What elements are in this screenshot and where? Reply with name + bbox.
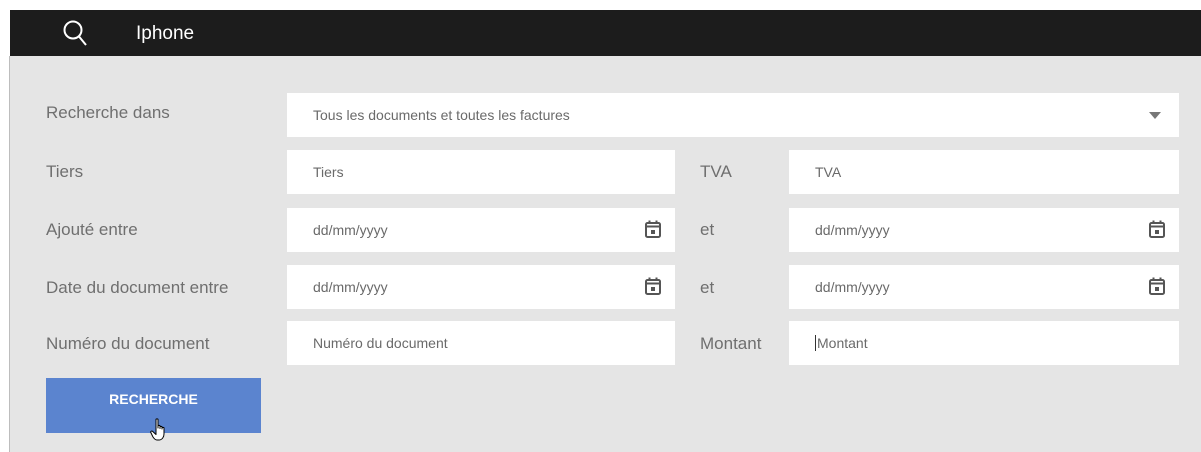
calendar-icon[interactable]: [1149, 220, 1165, 238]
added-from-placeholder: dd/mm/yyyy: [313, 222, 388, 238]
added-to-placeholder: dd/mm/yyyy: [815, 222, 890, 238]
tva-input[interactable]: TVA: [789, 150, 1179, 194]
document-number-label: Numéro du document: [46, 334, 210, 353]
text-caret: [815, 335, 816, 351]
tiers-input[interactable]: Tiers: [287, 150, 675, 194]
tva-label: TVA: [700, 162, 732, 181]
scope-select-value: Tous les documents et toutes les facture…: [313, 107, 570, 123]
amount-label: Montant: [700, 334, 762, 353]
search-icon[interactable]: [62, 19, 88, 47]
document-date-and-label: et: [700, 278, 715, 297]
tva-placeholder: TVA: [815, 164, 842, 180]
document-number-placeholder: Numéro du document: [313, 335, 448, 351]
added-to-date-input[interactable]: dd/mm/yyyy: [789, 208, 1179, 252]
added-and-label: et: [700, 220, 715, 239]
calendar-icon[interactable]: [645, 277, 661, 295]
added-from-date-input[interactable]: dd/mm/yyyy: [287, 208, 675, 252]
search-query-text[interactable]: Iphone: [136, 23, 194, 45]
calendar-icon[interactable]: [1149, 277, 1165, 295]
calendar-icon[interactable]: [645, 220, 661, 238]
document-date-to-placeholder: dd/mm/yyyy: [815, 279, 890, 295]
tiers-label: Tiers: [46, 162, 84, 181]
hand-pointer-icon: [150, 418, 165, 441]
document-date-from-input[interactable]: dd/mm/yyyy: [287, 265, 675, 309]
chevron-down-icon[interactable]: [1149, 112, 1161, 119]
document-number-input[interactable]: Numéro du document: [287, 321, 675, 365]
top-search-bar: Iphone: [10, 10, 1201, 56]
added-between-label: Ajouté entre: [46, 220, 138, 239]
document-date-to-input[interactable]: dd/mm/yyyy: [789, 265, 1179, 309]
scope-label: Recherche dans: [46, 103, 170, 122]
amount-input[interactable]: Montant: [789, 321, 1179, 365]
document-date-from-placeholder: dd/mm/yyyy: [313, 279, 388, 295]
tiers-placeholder: Tiers: [313, 164, 344, 180]
amount-placeholder: Montant: [817, 335, 868, 351]
document-date-label: Date du document entre: [46, 278, 229, 297]
scope-select[interactable]: Tous les documents et toutes les facture…: [287, 93, 1179, 137]
